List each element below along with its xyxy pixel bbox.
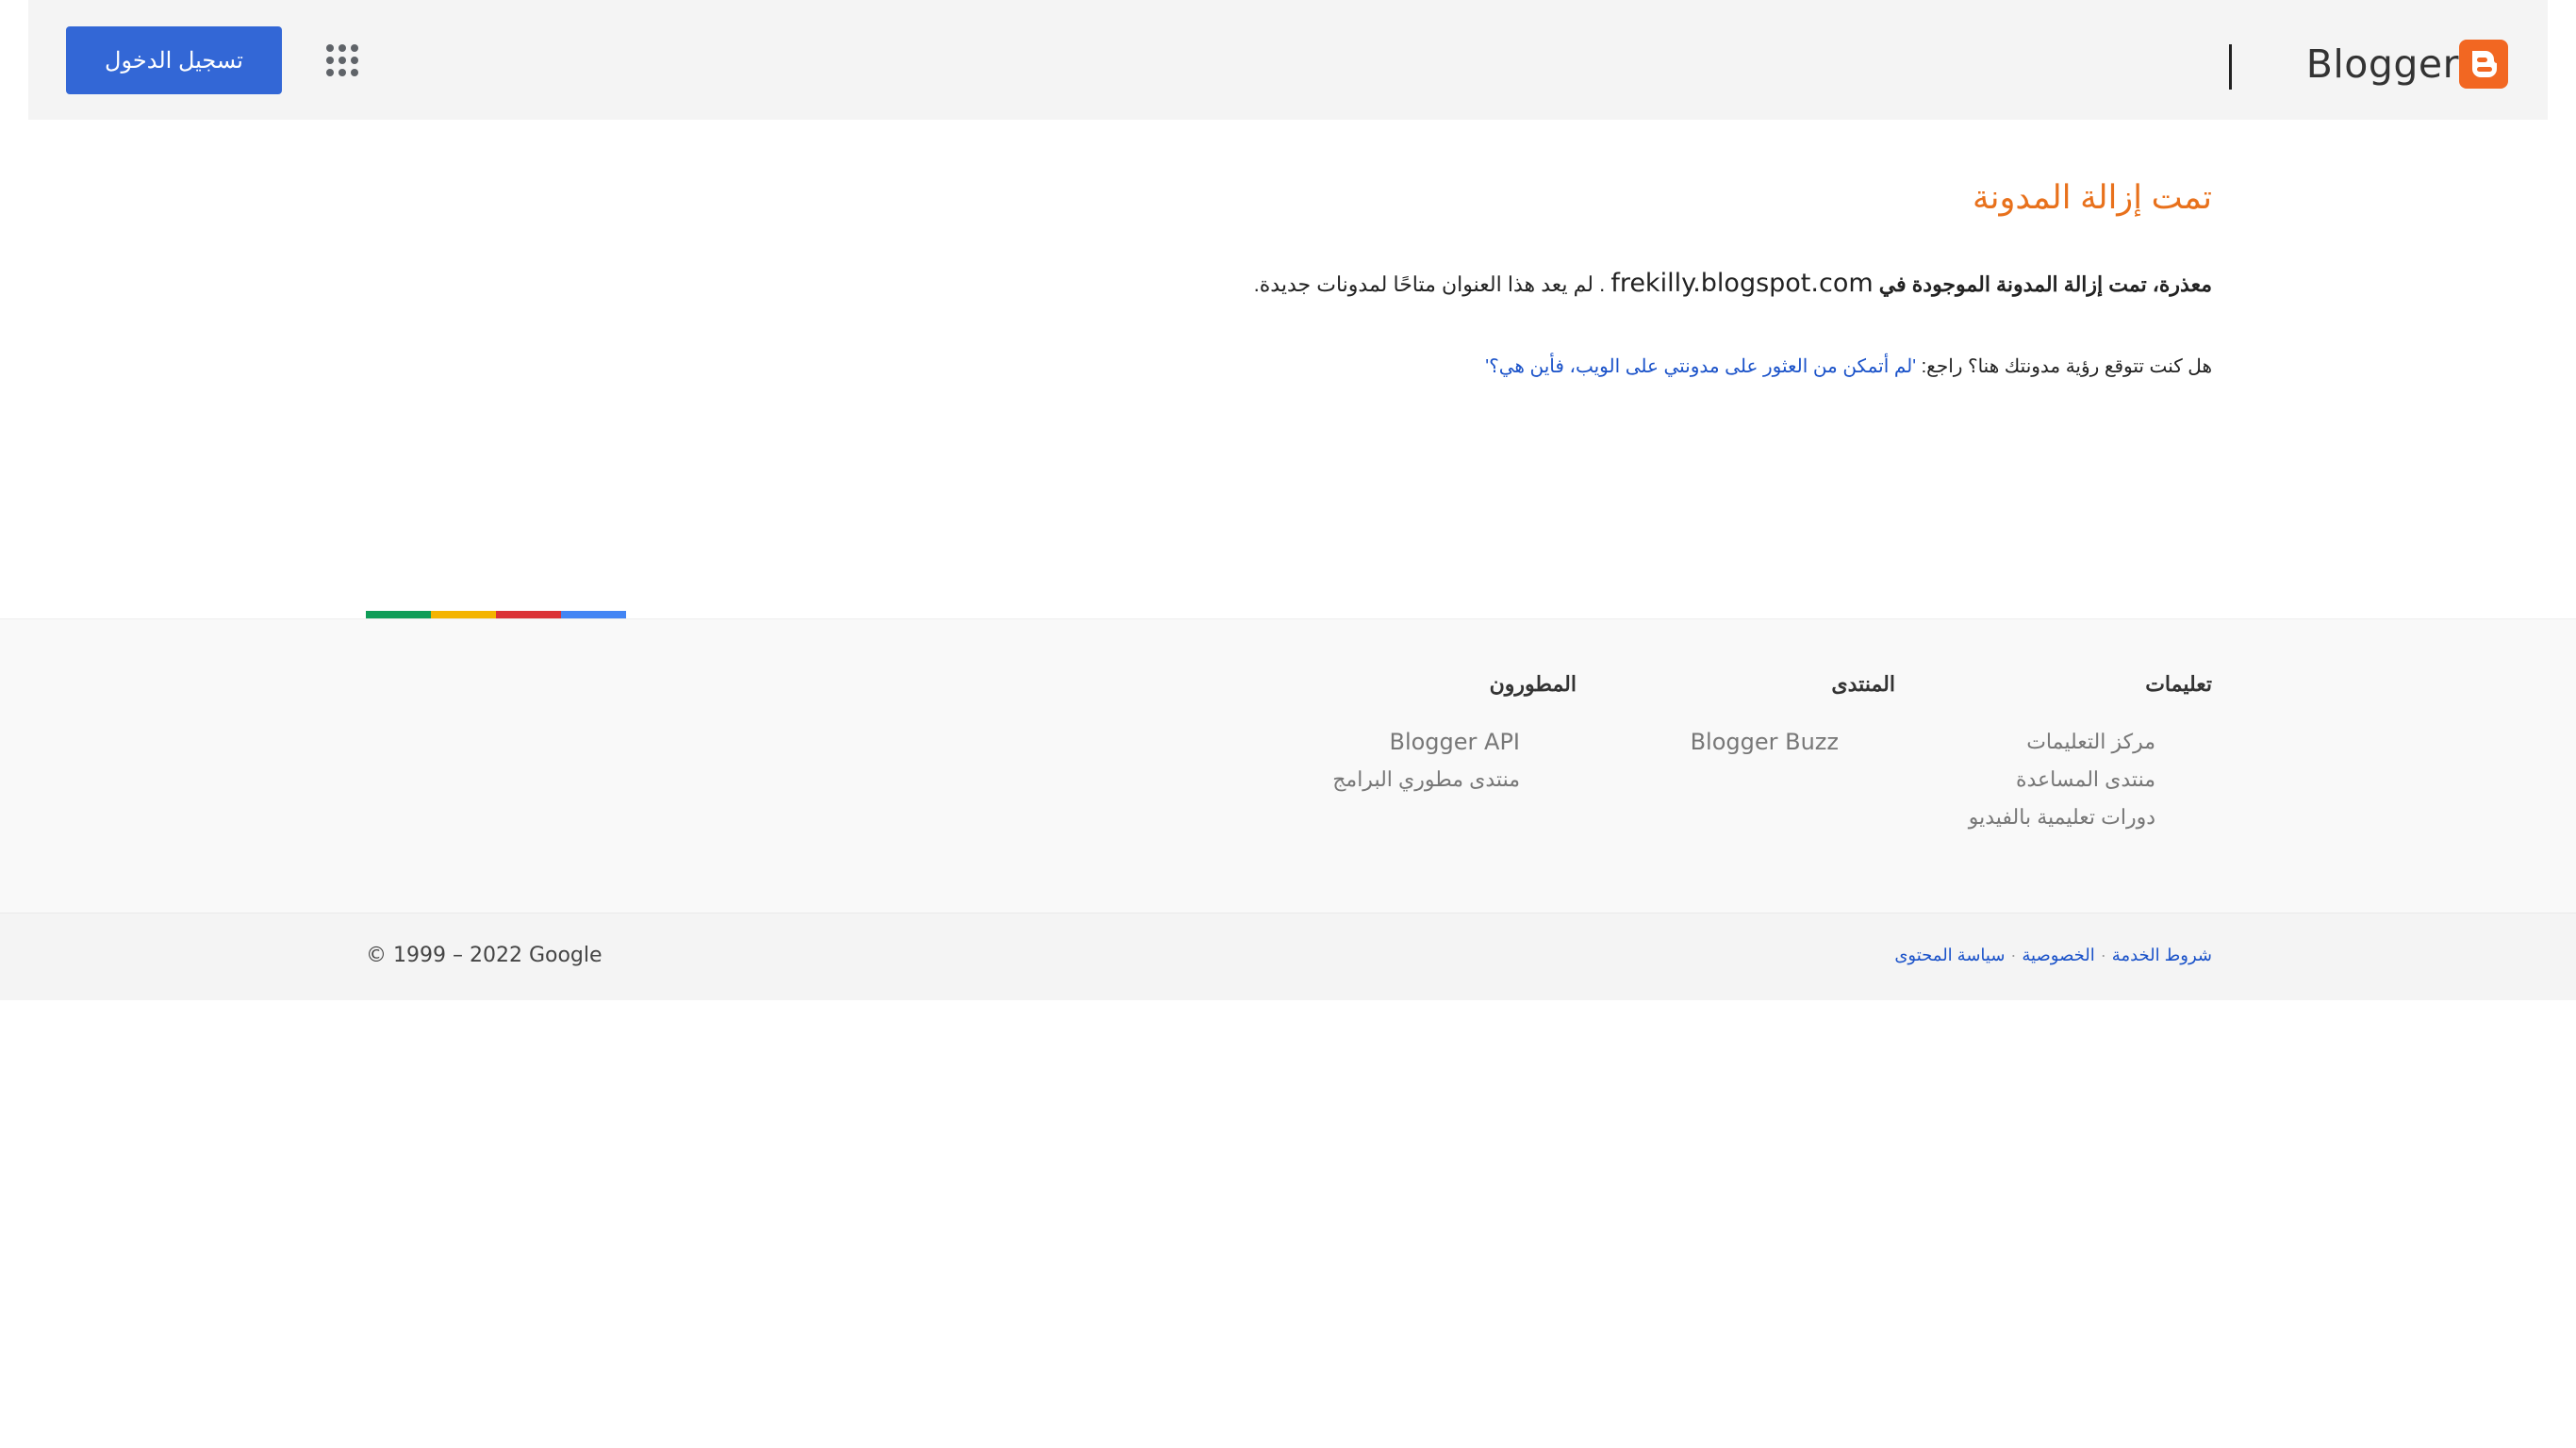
footer-column-title: المطورون	[1489, 672, 1577, 696]
removal-message-bold: معذرة، تمت إزالة المدونة الموجودة في	[1878, 272, 2212, 296]
help-hint: هل كنت تتوقع رؤية مدونتك هنا؟ راجع: 'لم …	[1485, 354, 2212, 378]
apps-grid-icon[interactable]	[326, 44, 358, 76]
content-policy-link[interactable]: سياسة المحتوى	[1894, 946, 2005, 964]
removal-message: معذرة، تمت إزالة المدونة الموجودة في fre…	[1254, 269, 2212, 298]
color-bar-segment	[366, 611, 431, 618]
footer-link-help-center[interactable]: مركز التعليمات	[1967, 723, 2212, 761]
color-bar-segment	[561, 611, 626, 618]
footer-link-blogger-api[interactable]: Blogger API	[1294, 723, 1577, 761]
top-bar: Blogger تسجيل الدخول	[28, 0, 2548, 120]
removal-message-rest: . لم يعد هذا العنوان متاحًا لمدونات جديد…	[1253, 272, 1606, 296]
footer-column-title: المنتدى	[1831, 672, 1895, 696]
footer-column-help: تعليمات مركز التعليمات منتدى المساعدة دو…	[1967, 672, 2212, 836]
footer-link-blogger-buzz[interactable]: Blogger Buzz	[1650, 723, 1895, 761]
bottom-bar: شروط الخدمة · الخصوصية · سياسة المحتوى © 199…	[0, 913, 2576, 1000]
footer-link-help-forum[interactable]: منتدى المساعدة	[1967, 761, 2212, 798]
blog-url: frekilly.blogspot.com	[1610, 269, 1874, 298]
help-hint-link[interactable]: 'لم أتمكن من العثور على مدونتي على الويب…	[1485, 356, 1916, 377]
google-color-bar	[366, 611, 626, 618]
copyright: © 1999 – 2022 Google	[366, 944, 603, 967]
color-bar-segment	[431, 611, 496, 618]
page-title: تمت إزالة المدونة	[1973, 179, 2212, 216]
footer-column-title: تعليمات	[2145, 672, 2212, 696]
blogger-logo-text: Blogger	[2305, 41, 2459, 87]
footer: تعليمات مركز التعليمات منتدى المساعدة دو…	[0, 618, 2576, 913]
footer-column-developers: المطورون Blogger API منتدى مطوري البرامج	[1294, 672, 1577, 798]
privacy-link[interactable]: الخصوصية	[2022, 946, 2094, 964]
terms-link[interactable]: شروط الخدمة	[2112, 946, 2212, 964]
footer-link-video-tutorials[interactable]: دورات تعليمية بالفيديو	[1967, 798, 2212, 836]
separator-dot: ·	[2100, 946, 2106, 964]
footer-link-developer-forum[interactable]: منتدى مطوري البرامج	[1294, 761, 1577, 798]
blogger-logo[interactable]: Blogger	[2286, 38, 2508, 90]
header-divider	[2229, 44, 2232, 90]
help-hint-prefix: هل كنت تتوقع رؤية مدونتك هنا؟ راجع:	[1921, 356, 2212, 377]
separator-dot: ·	[2010, 946, 2017, 964]
blogger-logo-icon	[2459, 40, 2508, 89]
footer-column-community: المنتدى Blogger Buzz	[1650, 672, 1895, 761]
color-bar-segment	[496, 611, 561, 618]
sign-in-button[interactable]: تسجيل الدخول	[66, 26, 282, 94]
legal-links: شروط الخدمة · الخصوصية · سياسة المحتوى	[1894, 946, 2212, 965]
